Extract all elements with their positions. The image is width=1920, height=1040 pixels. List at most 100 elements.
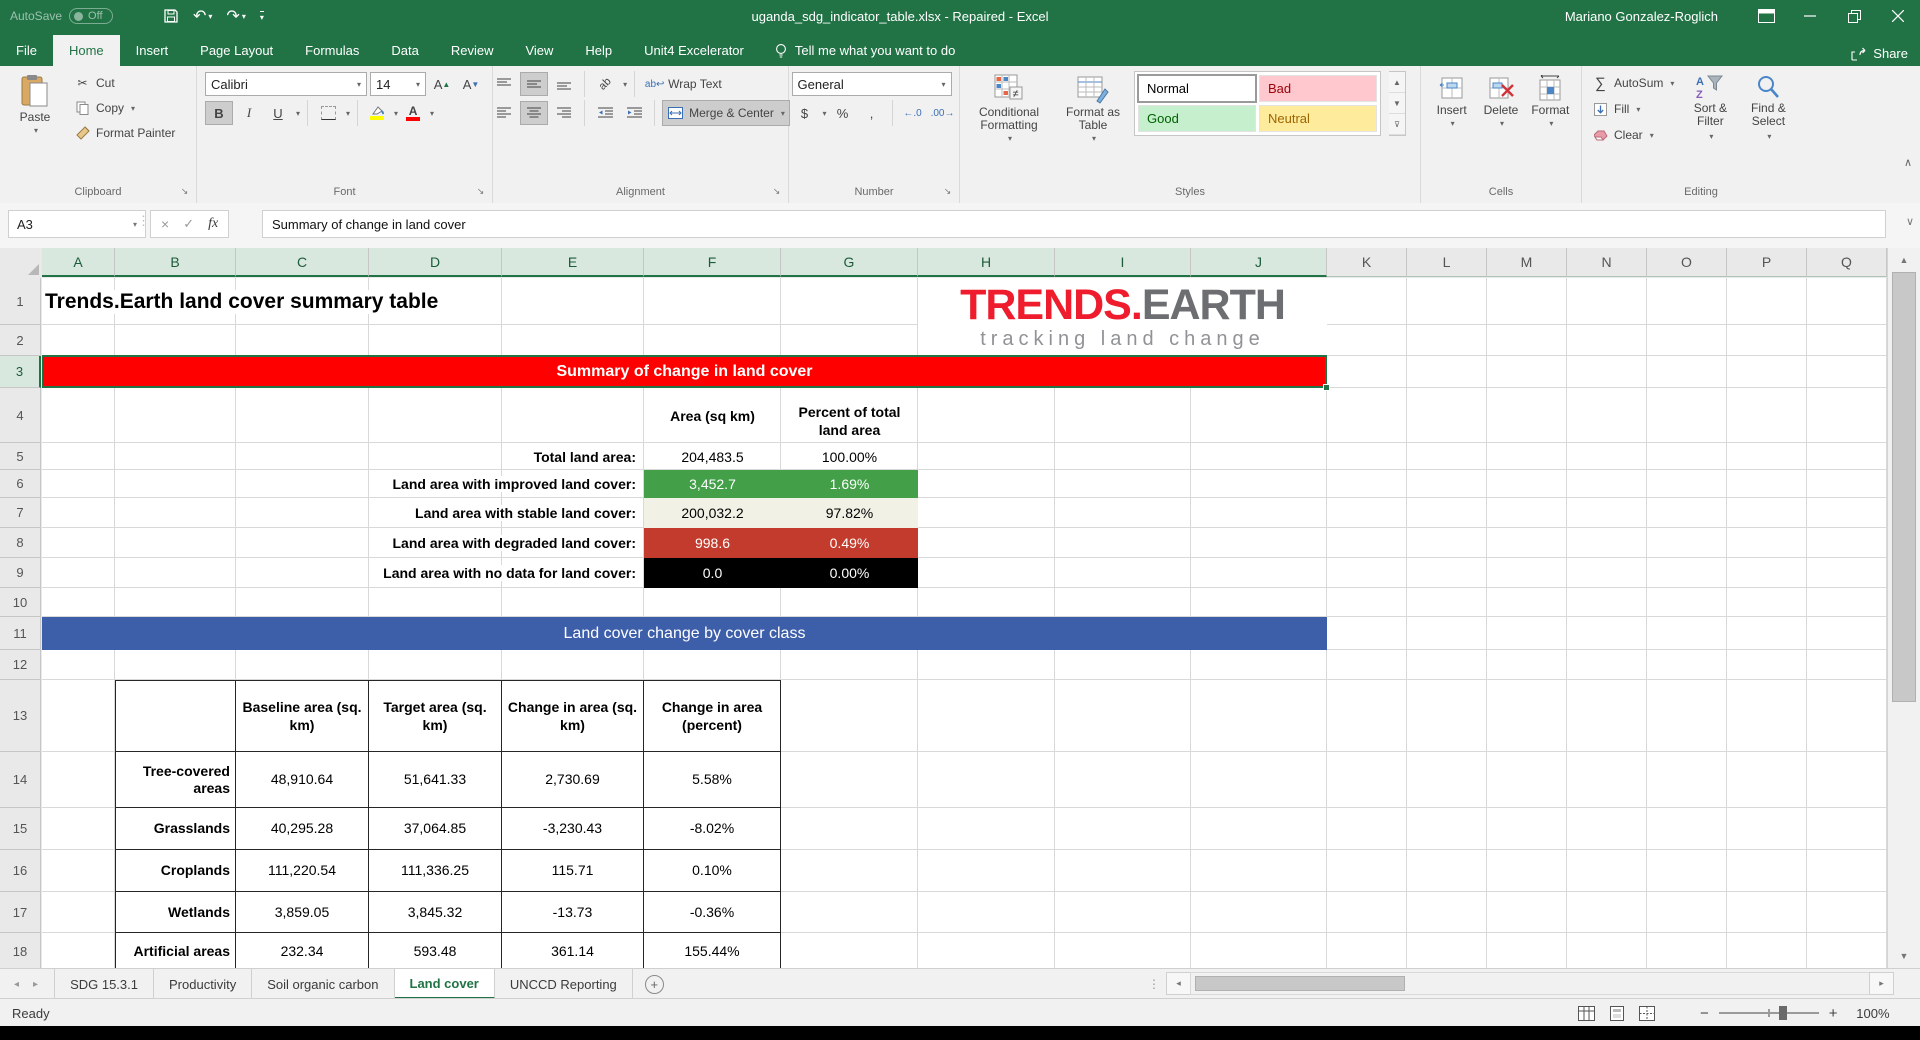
font-size-select[interactable]: 14▾ — [370, 72, 426, 96]
align-middle-button[interactable] — [520, 72, 548, 96]
page-break-view-icon[interactable] — [1639, 1006, 1655, 1021]
cell-wetlands-target[interactable]: 3,845.32 — [369, 892, 502, 933]
cell-tree-covered-areas-baseline[interactable]: 48,910.64 — [236, 752, 369, 808]
copy-dropdown-icon[interactable]: ▾ — [131, 104, 135, 113]
column-header-H[interactable]: H — [918, 248, 1055, 277]
redo-dropdown-icon[interactable]: ▾ — [242, 12, 246, 21]
save-button[interactable] — [158, 3, 184, 29]
comma-style-button[interactable]: , — [859, 102, 885, 124]
cell-summary-percent-7[interactable]: 97.82% — [781, 498, 918, 528]
clear-dropdown-icon[interactable]: ▾ — [1650, 131, 1654, 140]
zoom-level[interactable]: 100% — [1848, 1006, 1890, 1021]
conditional-formatting-dropdown-icon[interactable]: ▾ — [1008, 134, 1012, 143]
sheet-tab-unccd-reporting[interactable]: UNCCD Reporting — [495, 969, 633, 999]
cell-class-label-croplands[interactable]: Croplands — [115, 850, 236, 892]
cell-croplands-changepct[interactable]: 0.10% — [644, 850, 781, 892]
cell-area-header[interactable]: Area (sq km) — [644, 388, 781, 443]
ribbon-tab-data[interactable]: Data — [375, 35, 434, 66]
vertical-scrollbar[interactable]: ▲ ▼ — [1887, 248, 1920, 968]
decrease-decimal-button[interactable]: .00→ — [929, 102, 957, 124]
row-header-8[interactable]: 8 — [0, 528, 41, 558]
cell-summary-percent-6[interactable]: 1.69% — [781, 470, 918, 498]
cell-summary-area-5[interactable]: 204,483.5 — [644, 443, 781, 470]
autosave-pill[interactable]: Off — [69, 8, 112, 24]
cancel-formula-icon[interactable]: × — [161, 216, 169, 232]
tab-scroll-right-icon[interactable]: ▸ — [33, 979, 38, 990]
style-neutral[interactable]: Neutral — [1259, 105, 1377, 132]
ribbon-tab-unit4-excelerator[interactable]: Unit4 Excelerator — [628, 35, 760, 66]
format-as-table-dropdown-icon[interactable]: ▾ — [1092, 134, 1096, 143]
cell-artificial-areas-baseline[interactable]: 232.34 — [236, 933, 369, 968]
cell-class-label-artificial-areas[interactable]: Artificial areas — [115, 933, 236, 968]
accounting-format-button[interactable]: $ — [792, 102, 818, 124]
cell-table-header-change-in-area-percent[interactable]: Change in area (percent) — [644, 680, 781, 752]
find-select-dropdown-icon[interactable]: ▾ — [1767, 130, 1771, 143]
column-header-F[interactable]: F — [644, 248, 781, 277]
hscroll-right-icon[interactable]: ▸ — [1869, 972, 1894, 995]
autosum-dropdown-icon[interactable]: ▾ — [1670, 79, 1674, 88]
font-family-select[interactable]: Calibri▾ — [205, 72, 367, 96]
row-header-9[interactable]: 9 — [0, 558, 41, 588]
cell-croplands-baseline[interactable]: 111,220.54 — [236, 850, 369, 892]
font-color-dropdown-icon[interactable]: ▾ — [430, 109, 434, 118]
format-as-table-button[interactable]: Format as Table ▾ — [1060, 71, 1126, 181]
font-color-button[interactable]: A — [401, 102, 425, 124]
align-bottom-button[interactable] — [551, 73, 577, 95]
row-header-7[interactable]: 7 — [0, 498, 41, 528]
enter-formula-icon[interactable]: ✓ — [183, 216, 194, 232]
cell-table-header-baseline-area-sq-km[interactable]: Baseline area (sq. km) — [236, 680, 369, 752]
minimize-button[interactable] — [1788, 0, 1832, 32]
cell-summary-area-7[interactable]: 200,032.2 — [644, 498, 781, 528]
copy-button[interactable]: Copy ▾ — [70, 96, 179, 120]
merge-center-dropdown-icon[interactable]: ▾ — [781, 109, 785, 118]
format-dropdown-icon[interactable]: ▾ — [1549, 119, 1553, 128]
row-header-4[interactable]: 4 — [0, 388, 41, 443]
sheet-tab-productivity[interactable]: Productivity — [154, 969, 252, 999]
horizontal-scroll-thumb[interactable] — [1195, 976, 1405, 991]
align-top-button[interactable] — [491, 73, 517, 95]
sort-filter-dropdown-icon[interactable]: ▾ — [1709, 130, 1713, 143]
cell-summary-label-7[interactable]: Land area with stable land cover: — [115, 498, 644, 528]
number-dialog-launcher[interactable]: ↘ — [940, 184, 955, 199]
ribbon-tab-formulas[interactable]: Formulas — [289, 35, 375, 66]
conditional-formatting-button[interactable]: ≠ Conditional Formatting ▾ — [966, 71, 1052, 181]
format-painter-button[interactable]: Format Painter — [70, 121, 179, 145]
paste-dropdown-icon[interactable]: ▾ — [34, 126, 38, 135]
accounting-dropdown-icon[interactable]: ▾ — [823, 109, 827, 118]
column-header-L[interactable]: L — [1407, 248, 1487, 277]
new-sheet-button[interactable]: + — [633, 969, 676, 999]
row-header-10[interactable]: 10 — [0, 588, 41, 617]
row-header-5[interactable]: 5 — [0, 443, 41, 470]
cell-cover-banner[interactable]: Land cover change by cover class — [42, 617, 1327, 650]
page-layout-view-icon[interactable] — [1609, 1006, 1625, 1021]
borders-button[interactable] — [315, 102, 341, 124]
cell-summary-percent-8[interactable]: 0.49% — [781, 528, 918, 558]
cell-tree-covered-areas-target[interactable]: 51,641.33 — [369, 752, 502, 808]
tab-splitter[interactable]: ⋮ — [1148, 969, 1160, 999]
name-box[interactable]: A3 ▾ — [8, 210, 146, 238]
zoom-out-button[interactable]: − — [1700, 1005, 1709, 1022]
cell-grasslands-change[interactable]: -3,230.43 — [502, 808, 644, 850]
format-cells-button[interactable]: Format ▾ — [1526, 71, 1575, 181]
find-select-button[interactable]: Find & Select ▾ — [1742, 71, 1794, 181]
column-header-M[interactable]: M — [1487, 248, 1567, 277]
row-header-2[interactable]: 2 — [0, 325, 41, 356]
row-header-14[interactable]: 14 — [0, 752, 41, 808]
scroll-up-icon[interactable]: ▲ — [1888, 250, 1920, 270]
cell-croplands-change[interactable]: 115.71 — [502, 850, 644, 892]
row-header-18[interactable]: 18 — [0, 933, 41, 968]
undo-button[interactable]: ↶▾ — [188, 3, 217, 29]
zoom-slider-thumb[interactable] — [1779, 1006, 1787, 1020]
row-header-1[interactable]: 1 — [0, 278, 41, 325]
fill-dropdown-icon[interactable]: ▾ — [1636, 105, 1640, 114]
tab-scroll-left-icon[interactable]: ◂ — [14, 979, 19, 990]
zoom-slider[interactable] — [1719, 1012, 1819, 1014]
align-left-button[interactable] — [491, 102, 517, 124]
row-header-16[interactable]: 16 — [0, 850, 41, 892]
increase-font-button[interactable]: A▲ — [429, 73, 455, 95]
cell-summary-area-8[interactable]: 998.6 — [644, 528, 781, 558]
ribbon-tab-file[interactable]: File — [0, 35, 53, 66]
align-right-button[interactable] — [551, 102, 577, 124]
alignment-dialog-launcher[interactable]: ↘ — [769, 184, 784, 199]
column-header-B[interactable]: B — [115, 248, 236, 277]
